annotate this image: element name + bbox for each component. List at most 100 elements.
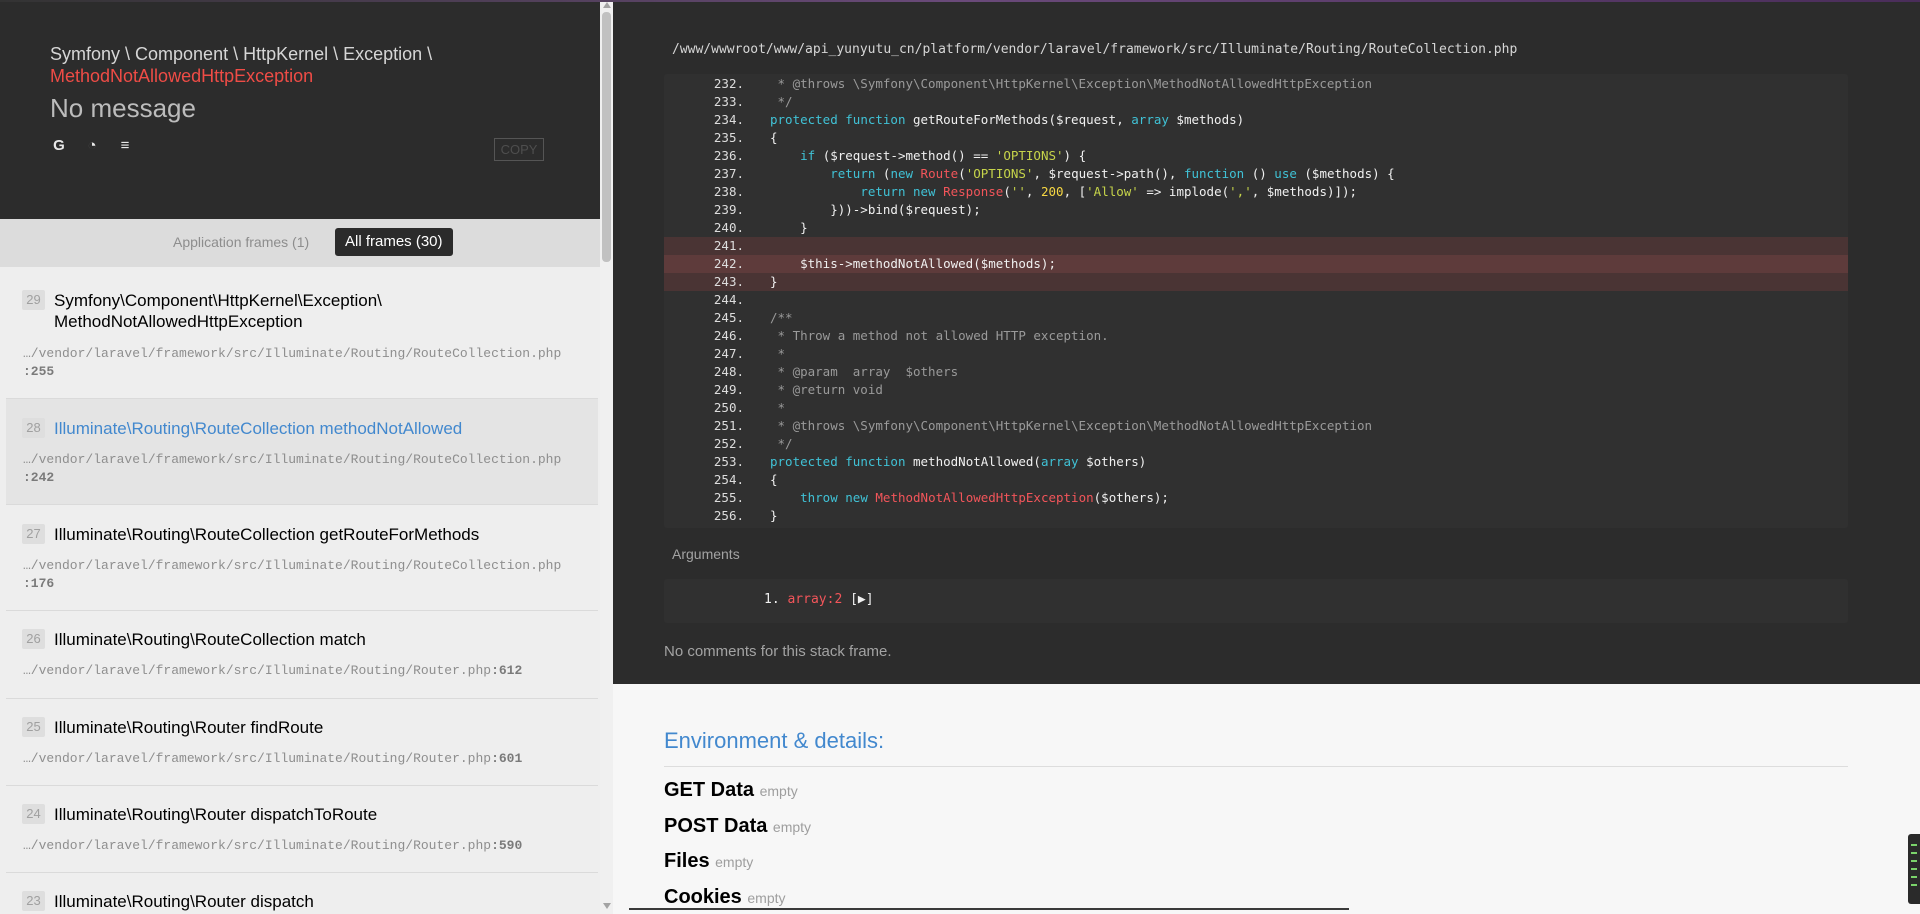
frame-item[interactable]: 26 Illuminate\Routing\RouteCollection ma…: [6, 611, 598, 699]
frame-class: Illuminate\Routing\Router dispatch: [54, 892, 314, 911]
code-line: 236. if ($request->method() == 'OPTIONS'…: [664, 147, 1848, 165]
code-line: 256.}: [664, 507, 1848, 525]
line-number: 241.: [713, 238, 744, 253]
frame-file-line: :176: [23, 576, 55, 591]
scroll-thumb[interactable]: [602, 12, 611, 262]
line-source: }))->bind($request);: [770, 202, 981, 217]
line-number: 244.: [713, 292, 744, 307]
frame-file-line: :612: [491, 663, 523, 678]
line-number: 254.: [713, 472, 744, 487]
argument-expand[interactable]: [▶]: [842, 592, 874, 607]
line-source: throw new MethodNotAllowedHttpException(…: [800, 490, 1169, 505]
detail-value: empty: [759, 783, 798, 799]
line-source: protected function methodNotAllowed(arra…: [770, 454, 1147, 469]
side-widget[interactable]: [1908, 834, 1920, 904]
environment-details: Environment & details: GET Data empty PO…: [613, 684, 1920, 914]
frames-scrollbar[interactable]: [600, 0, 613, 914]
code-line: 232. * @throws \Symfony\Component\HttpKe…: [664, 75, 1848, 93]
code-line: 234. protected function getRouteForMethod…: [664, 111, 1848, 129]
line-number: 233.: [713, 94, 744, 109]
frame-index: 28: [22, 418, 45, 438]
line-source: *: [770, 346, 786, 361]
code-line: 247. *: [664, 345, 1848, 363]
frame-item[interactable]: 27 Illuminate\Routing\RouteCollection ge…: [6, 505, 598, 611]
frame-file-path: …/vendor/laravel/framework/src/Illuminat…: [23, 452, 562, 467]
code-area: /www/wwwroot/www/api_yunyutu_cn/platform…: [613, 0, 1920, 684]
tab-all-frames[interactable]: All frames (30): [335, 228, 453, 256]
frame-item[interactable]: 24 Illuminate\Routing\Router dispatchToR…: [6, 786, 598, 873]
line-number: 245.: [713, 310, 744, 325]
line-source: }: [770, 508, 778, 523]
frame-item-active[interactable]: 28 Illuminate\Routing\RouteCollection me…: [6, 399, 598, 505]
search-links: G ◔ ≡: [50, 136, 134, 154]
line-source: }: [770, 274, 778, 289]
frame-file-path: …/vendor/laravel/framework/src/Illuminat…: [23, 346, 562, 361]
code-line: 243.}: [664, 273, 1848, 291]
code-line: 241.: [664, 237, 1848, 255]
frame-file: …/vendor/laravel/framework/src/Illuminat…: [23, 837, 522, 855]
frame-class: Illuminate\Routing\RouteCollection getRo…: [54, 525, 480, 544]
line-source: if ($request->method() == 'OPTIONS') {: [800, 148, 1087, 163]
frames-tabs: Application frames (1) All frames (30): [0, 219, 600, 267]
scroll-up-icon[interactable]: [603, 2, 611, 8]
code-file-path[interactable]: /www/wwwroot/www/api_yunyutu_cn/platform…: [672, 42, 1517, 57]
line-source: /**: [770, 310, 793, 325]
frame-file-path: …/vendor/laravel/framework/src/Illuminat…: [23, 663, 492, 678]
code-line: 248. * @param array $others: [664, 363, 1848, 381]
code-line: 238. return new Response('', 200, ['Allo…: [664, 183, 1848, 201]
google-icon[interactable]: G: [50, 136, 68, 154]
frame-file-line: :255: [23, 364, 55, 379]
exception-message: No message: [50, 93, 196, 123]
bottom-divider: [629, 908, 1349, 910]
detail-post-data: POST Data empty: [664, 815, 811, 838]
line-number: 252.: [713, 436, 744, 451]
frame-file-path: …/vendor/laravel/framework/src/Illuminat…: [23, 751, 492, 766]
line-number: 243.: [713, 274, 744, 289]
line-source: */: [770, 94, 793, 109]
detail-get-data: GET Data empty: [664, 779, 798, 802]
scroll-down-icon[interactable]: [603, 903, 611, 909]
frame-item[interactable]: 25 Illuminate\Routing\Router findRoute ……: [6, 699, 598, 786]
frame-item[interactable]: 23 Illuminate\Routing\Router dispatch: [6, 873, 598, 914]
line-number: 237.: [713, 166, 744, 181]
frame-file-path: …/vendor/laravel/framework/src/Illuminat…: [23, 558, 562, 573]
code-line: 240. }: [664, 219, 1848, 237]
code-line: 253. protected function methodNotAllowed(…: [664, 453, 1848, 471]
line-number: 236.: [713, 148, 744, 163]
frame-file-line: :590: [491, 838, 523, 853]
line-source: }: [770, 220, 808, 235]
detail-name: POST Data: [664, 815, 768, 837]
line-source: *: [770, 400, 786, 415]
line-source: */: [770, 436, 793, 451]
duckduckgo-icon[interactable]: ◔: [83, 136, 101, 154]
line-number: 247.: [713, 346, 744, 361]
line-number: 235.: [713, 130, 744, 145]
detail-value: empty: [772, 819, 812, 835]
copy-button[interactable]: COPY: [494, 138, 544, 161]
frame-file-path: …/vendor/laravel/framework/src/Illuminat…: [23, 838, 492, 853]
detail-value: empty: [747, 890, 786, 906]
frame-class: Illuminate\Routing\Router dispatchToRout…: [54, 805, 378, 824]
line-source: {: [770, 130, 778, 145]
details-panel: /www/wwwroot/www/api_yunyutu_cn/platform…: [613, 0, 1920, 914]
detail-name: Cookies: [664, 886, 742, 908]
line-number: 240.: [713, 220, 744, 235]
frame-item[interactable]: 29 Symfony\Component\HttpKernel\Exceptio…: [6, 273, 598, 399]
details-title: Environment & details:: [664, 728, 885, 753]
code-line: 249. * @return void: [664, 381, 1848, 399]
tab-application-frames[interactable]: Application frames (1): [173, 234, 309, 250]
frame-index: 25: [22, 717, 45, 737]
stackoverflow-icon[interactable]: ≡: [116, 136, 134, 154]
line-number: 239.: [713, 202, 744, 217]
line-source: * Throw a method not allowed HTTP except…: [770, 328, 1109, 343]
frame-file: …/vendor/laravel/framework/src/Illuminat…: [23, 750, 522, 768]
line-source: return new Response('', 200, ['Allow' =>…: [860, 184, 1358, 199]
frame-file-line: :242: [23, 470, 55, 485]
code-block: 232. * @throws \Symfony\Component\HttpKe…: [664, 74, 1848, 528]
line-number: 256.: [713, 508, 744, 523]
line-number: 253.: [713, 454, 744, 469]
detail-name: Files: [664, 850, 710, 872]
argument-item[interactable]: 1. array:2 [▶]: [764, 592, 874, 607]
top-accent-line: [0, 0, 1920, 2]
line-number: 234.: [713, 112, 744, 127]
